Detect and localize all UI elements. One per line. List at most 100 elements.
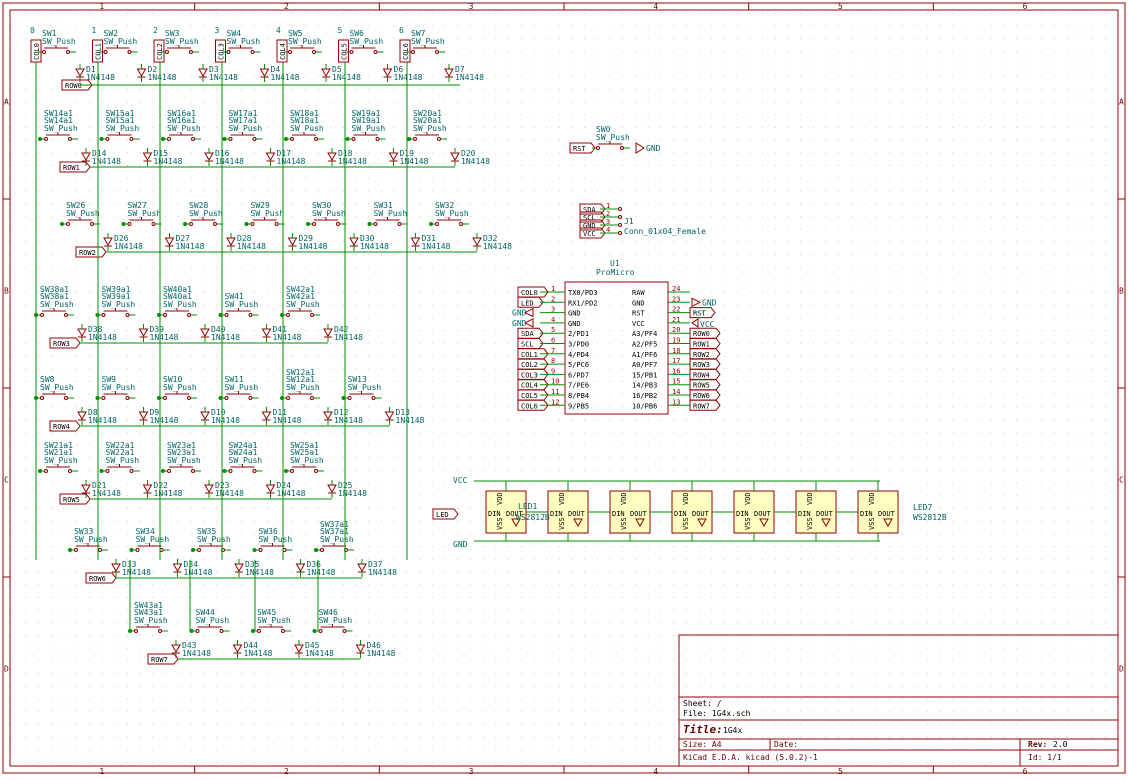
frame-row-label: D (1119, 665, 1124, 674)
mcu-pin-number: 5 (551, 326, 555, 334)
led-last-ref: LED7 (913, 503, 932, 512)
mcu-pin-number: 2 (551, 295, 555, 303)
mcu-pin-number: 6 (551, 337, 555, 345)
switch-value: SW_Push (74, 535, 108, 544)
switch-value: SW_Push (136, 535, 170, 544)
mcu-ref: U1 (610, 259, 620, 268)
net-label-text: SDA (583, 206, 596, 214)
junction-dot (284, 469, 288, 473)
mcu-pin-number: 14 (672, 388, 680, 396)
mcu-pin-number: 9 (551, 367, 555, 375)
net-label-text: ROW4 (53, 423, 70, 431)
connector-pin-number: 1 (606, 202, 610, 210)
frame-row-label: A (1119, 98, 1124, 107)
net-label-text: SCL (521, 341, 534, 349)
switch-value: SW_Push (196, 616, 230, 625)
switch-value: SW_Push (312, 209, 346, 218)
net-label-text: ROW6 (89, 575, 106, 583)
diode-value: 1N4148 (244, 649, 273, 658)
mcu-pin-number: 15 (672, 378, 680, 386)
diode-value: 1N4148 (277, 489, 306, 498)
diode-value: 1N4148 (334, 333, 363, 342)
diode-value: 1N4148 (114, 242, 143, 251)
frame-col-label: 1 (99, 2, 104, 11)
schematic-canvas: 112233445566A AB BC CD D 0COL0SW1SW_PushD11N… (0, 0, 1128, 776)
connector-pin-number: 4 (606, 226, 610, 234)
connector-pin-number: 2 (606, 210, 610, 218)
net-label-text: COL3 (521, 371, 538, 379)
net-label-text: SCL (583, 214, 596, 222)
mcu-pin-number: 18 (672, 347, 680, 355)
switch-value: SW_Push (106, 124, 140, 133)
diode-value: 1N4148 (211, 416, 240, 425)
diode-value: 1N4148 (211, 333, 240, 342)
mcu-pin-name: A2/PF5 (632, 341, 657, 349)
diode-value: 1N4148 (182, 649, 211, 658)
diode-value: 1N4148 (483, 242, 512, 251)
mcu-right-net: GND (702, 298, 717, 307)
frame-col-label: 1 (99, 767, 104, 776)
mcu-pin-number: 24 (672, 285, 680, 293)
junction-dot (284, 137, 288, 141)
led-vss-pin: VSS (868, 517, 876, 530)
switch-value: SW_Push (352, 124, 386, 133)
led-din-pin: DIN (736, 510, 749, 518)
kicad-label: KiCad E.D.A. kicad (5.0.2)-1 (683, 753, 818, 762)
switch-value: SW_Push (251, 209, 285, 218)
switch-value: SW_Push (189, 209, 223, 218)
mcu-pin-name: 3/PD0 (568, 341, 589, 349)
switch-value: SW_Push (44, 124, 78, 133)
diode-value: 1N4148 (396, 416, 425, 425)
net-label-text: LED (521, 299, 534, 307)
frame-col-label: 4 (653, 767, 658, 776)
diode-value: 1N4148 (461, 157, 490, 166)
diode-value: 1N4148 (360, 242, 389, 251)
diode-value: 1N4148 (237, 242, 266, 251)
mcu-pin-name: 5/PC6 (568, 361, 589, 369)
led-vss-pin: VSS (496, 517, 504, 530)
led-dout-pin: DOUT (692, 510, 710, 518)
diode-value: 1N4148 (422, 242, 451, 251)
title-value: 1G4x (723, 726, 742, 735)
frame-col-label: 3 (469, 767, 474, 776)
switch-value: SW_Push (288, 37, 322, 46)
diode-value: 1N4148 (307, 568, 336, 577)
net-label-text: ROW5 (63, 496, 80, 504)
mcu-pin-name: 4/PD4 (568, 351, 589, 359)
switch-value: SW_Push (40, 300, 74, 309)
led-dout-pin: DOUT (630, 510, 648, 518)
junction-dot (367, 222, 372, 226)
switch-value: SW_Push (167, 456, 201, 465)
diode-value: 1N4148 (368, 568, 397, 577)
mcu-left-net: GND (512, 319, 527, 328)
led-gnd-label: GND (453, 540, 468, 549)
mcu-pin-name: TX0/PD3 (568, 289, 598, 297)
net-label-text: ROW2 (693, 351, 710, 359)
net-label-text: ROW7 (693, 402, 710, 410)
mcu-pin-number: 21 (672, 316, 680, 324)
junction-dot (407, 137, 411, 141)
junction-dot (252, 548, 257, 552)
diode-value: 1N4148 (215, 157, 244, 166)
junction-dot (99, 469, 104, 473)
net-label-text: ROW3 (53, 340, 70, 348)
diode-value: 1N4148 (92, 157, 121, 166)
switch-value: SW_Push (257, 616, 291, 625)
diode-value: 1N4148 (209, 73, 238, 82)
led-vdd-pin: VDD (744, 492, 752, 505)
diode-value: 1N4148 (150, 333, 179, 342)
junction-dot (99, 137, 104, 141)
led-vdd-pin: VDD (806, 492, 814, 505)
rev-value: 2.0 (1053, 740, 1068, 749)
frame-col-label: 5 (838, 767, 843, 776)
diode-value: 1N4148 (400, 157, 429, 166)
frame-col-label: 2 (284, 2, 289, 11)
diode-value: 1N4148 (305, 649, 334, 658)
led-vcc-label: VCC (453, 476, 468, 485)
diode-value: 1N4148 (277, 157, 306, 166)
junction-dot (38, 137, 42, 141)
mcu-pin-name: A1/PF6 (632, 351, 657, 359)
id-label: Id: 1/1 (1028, 753, 1062, 762)
mcu-pin-name: A3/PF4 (632, 330, 657, 338)
switch-value: SW_Push (163, 300, 197, 309)
